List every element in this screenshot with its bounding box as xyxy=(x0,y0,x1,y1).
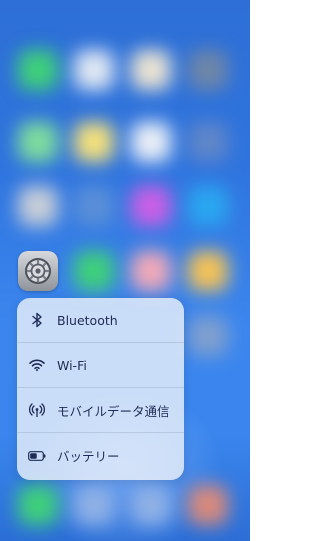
blurred-app-icon xyxy=(131,122,171,162)
blurred-app-icon xyxy=(74,186,114,226)
quick-action-label: バッテリー xyxy=(57,449,120,464)
wifi-icon xyxy=(17,359,57,371)
quick-action-menu: Bluetooth Wi-Fi モバイルデータ通信 バッテリー xyxy=(17,298,184,480)
blurred-app-icon xyxy=(188,485,228,525)
blurred-app-icon xyxy=(131,50,171,90)
quick-action-label: モバイルデータ通信 xyxy=(57,403,170,419)
blurred-app-icon xyxy=(18,186,58,226)
cellular-antenna-icon xyxy=(17,402,57,418)
blurred-app-icon xyxy=(18,50,58,90)
blurred-app-icon xyxy=(74,50,114,90)
blurred-app-icon xyxy=(188,122,228,162)
settings-gear-icon xyxy=(25,258,51,284)
quick-action-label: Bluetooth xyxy=(57,312,118,328)
blurred-app-icon xyxy=(74,122,114,162)
blurred-app-icon xyxy=(131,485,171,525)
blurred-app-icon xyxy=(188,50,228,90)
blurred-app-icon xyxy=(18,485,58,525)
blurred-app-icon xyxy=(18,122,58,162)
blurred-app-icon xyxy=(131,251,171,291)
quick-action-wifi[interactable]: Wi-Fi xyxy=(17,343,184,388)
blurred-app-icon xyxy=(188,316,228,356)
blurred-app-icon xyxy=(74,485,114,525)
bluetooth-icon xyxy=(17,312,57,328)
blurred-app-icon xyxy=(131,186,171,226)
blurred-app-icon xyxy=(188,251,228,291)
quick-action-battery[interactable]: バッテリー xyxy=(17,433,184,478)
blurred-app-icon xyxy=(74,251,114,291)
battery-icon xyxy=(17,450,57,461)
quick-action-cellular-data[interactable]: モバイルデータ通信 xyxy=(17,388,184,433)
quick-action-bluetooth[interactable]: Bluetooth xyxy=(17,298,184,343)
quick-action-label: Wi-Fi xyxy=(57,357,87,373)
settings-app-icon[interactable] xyxy=(18,251,58,291)
blurred-app-icon xyxy=(188,186,228,226)
